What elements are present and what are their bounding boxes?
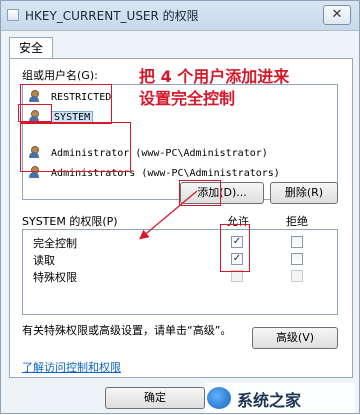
close-icon: ✕ [331, 7, 343, 22]
watermark-logo-icon [207, 387, 231, 409]
deny-full-control-checkbox[interactable] [291, 236, 303, 248]
watermark-text: 系统之家 [237, 391, 302, 410]
tab-security[interactable]: 安全 [9, 37, 53, 59]
window-title: HKEY_CURRENT_USER 的权限 [25, 9, 199, 23]
list-item-system[interactable]: SYSTEM [27, 109, 94, 127]
add-button[interactable]: 添加(D)... [180, 182, 264, 204]
advanced-button[interactable]: 高级(V) [252, 327, 338, 349]
user-group-icon [27, 165, 41, 179]
permissions-table: 完全控制 ✓ 读取 ✓ 特殊权限 [22, 229, 338, 315]
list-item-restricted[interactable]: RESTRICTED [27, 89, 111, 107]
user-group-icon [27, 109, 41, 123]
allow-special-checkbox [231, 270, 243, 282]
access-control-link[interactable]: 了解访问控制和权限 [22, 359, 121, 375]
title-bar: HKEY_CURRENT_USER 的权限 ✕ [1, 1, 359, 31]
permissions-label: SYSTEM 的权限(P) [22, 215, 118, 228]
permissions-dialog: HKEY_CURRENT_USER 的权限 ✕ 安全 组或用户名(G): RES… [0, 0, 360, 414]
user-group-icon [27, 89, 41, 103]
remove-button[interactable]: 删除(R) [270, 182, 338, 204]
allow-read-checkbox[interactable]: ✓ [231, 253, 243, 265]
watermark: 系统之家 [205, 383, 355, 413]
deny-read-checkbox[interactable] [291, 253, 303, 265]
perm-row-read: 读取 ✓ [23, 251, 337, 268]
user-icon [27, 145, 41, 159]
close-button[interactable]: ✕ [323, 5, 351, 25]
perm-row-full-control: 完全控制 ✓ [23, 234, 337, 251]
annotation-text-line1: 把 4 个用户添加进来 [139, 67, 290, 86]
deny-column-header: 拒绝 [286, 215, 308, 228]
group-list-label: 组或用户名(G): [22, 69, 98, 82]
annotation-text-line2: 设置完全控制 [139, 89, 236, 108]
deny-special-checkbox [291, 270, 303, 282]
allow-full-control-checkbox[interactable]: ✓ [231, 236, 243, 248]
window-icon [7, 9, 19, 21]
special-permissions-text: 有关特殊权限或高级设置，请单击“高级”。 [22, 324, 232, 337]
allow-column-header: 允许 [227, 215, 249, 228]
list-item-administrators[interactable]: Administrators (www-PC\Administrators) [27, 165, 280, 183]
list-item-administrator[interactable]: Administrator (www-PC\Administrator) [27, 145, 268, 163]
perm-row-special: 特殊权限 [23, 268, 337, 285]
ok-button[interactable]: 确定 [105, 387, 205, 409]
